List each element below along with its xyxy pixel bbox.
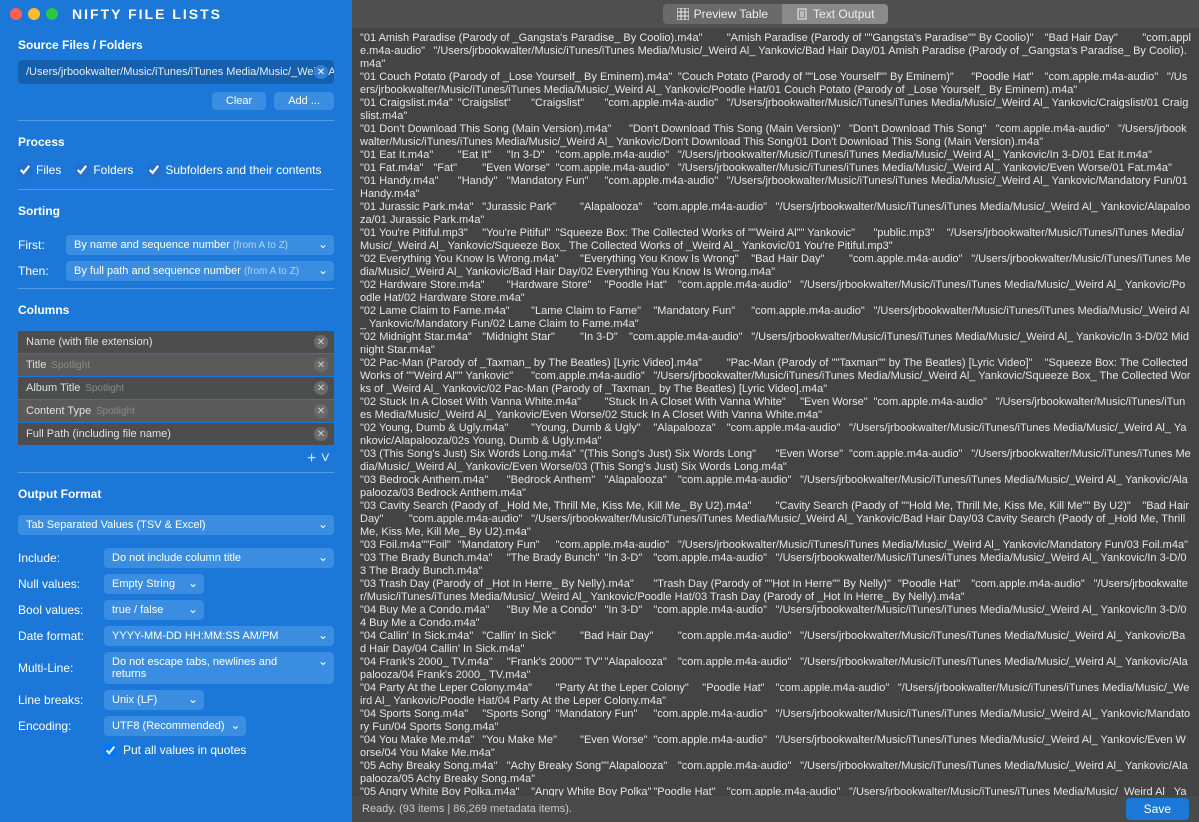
- then-label: Then:: [18, 264, 58, 278]
- remove-column-icon[interactable]: ✕: [314, 381, 328, 395]
- remove-column-icon[interactable]: ✕: [314, 404, 328, 418]
- process-heading: Process: [18, 135, 334, 149]
- multi-label: Multi-Line:: [18, 661, 96, 675]
- column-item[interactable]: Full Path (including file name) ✕: [18, 423, 334, 445]
- folders-check-input[interactable]: [75, 163, 89, 177]
- divider: [18, 189, 334, 190]
- format-select[interactable]: Tab Separated Values (TSV & Excel): [18, 515, 334, 535]
- null-label: Null values:: [18, 577, 96, 591]
- column-item[interactable]: Name (with file extension) ✕: [18, 331, 334, 353]
- spotlight-badge: Spotlight: [48, 360, 90, 371]
- source-section: Source Files / Folders /Users/jrbookwalt…: [0, 28, 352, 116]
- sorting-section: Sorting: [0, 194, 352, 232]
- encoding-select[interactable]: UTF8 (Recommended): [104, 716, 246, 736]
- include-label: Include:: [18, 551, 96, 565]
- subfolders-checkbox[interactable]: Subfolders and their contents: [147, 163, 321, 177]
- subfolders-check-input[interactable]: [147, 163, 161, 177]
- then-sort-select[interactable]: By full path and sequence number (from A…: [66, 261, 334, 281]
- column-label: Full Path (including file name): [26, 428, 171, 440]
- column-label: Album Title: [26, 382, 80, 394]
- column-label: Content Type: [26, 405, 91, 417]
- encoding-label: Encoding:: [18, 719, 96, 733]
- status-text: Ready. (93 items | 86,269 metadata items…: [362, 803, 572, 815]
- view-switcher: Preview Table Text Output: [352, 0, 1199, 28]
- tab-preview-table[interactable]: Preview Table: [663, 4, 782, 24]
- columns-list: Name (with file extension)✕Title Spotlig…: [0, 331, 352, 446]
- source-path-text: /Users/jrbookwalter/Music/iTunes/iTunes …: [26, 66, 334, 78]
- quotes-label: Put all values in quotes: [123, 743, 246, 757]
- text-output-area[interactable]: "01 Amish Paradise (Parody of _Gangsta's…: [352, 28, 1199, 796]
- spotlight-badge: Spotlight: [82, 383, 124, 394]
- bool-label: Bool values:: [18, 603, 96, 617]
- column-item[interactable]: Content Type Spotlight ✕: [18, 400, 334, 422]
- spotlight-badge: Spotlight: [93, 406, 135, 417]
- output-format-section: Output Format: [0, 477, 352, 515]
- output-format-heading: Output Format: [18, 487, 334, 501]
- files-check-input[interactable]: [18, 163, 32, 177]
- remove-column-icon[interactable]: ✕: [314, 358, 328, 372]
- bool-select[interactable]: true / false: [104, 600, 204, 620]
- date-select[interactable]: YYYY-MM-DD HH:MM:SS AM/PM: [104, 626, 334, 646]
- folders-checkbox[interactable]: Folders: [75, 163, 133, 177]
- columns-heading: Columns: [18, 303, 334, 317]
- main-panel: Preview Table Text Output "01 Amish Para…: [352, 0, 1199, 822]
- first-sort-select[interactable]: By name and sequence number (from A to Z…: [66, 235, 334, 255]
- status-bar: Ready. (93 items | 86,269 metadata items…: [352, 796, 1199, 822]
- divider: [18, 472, 334, 473]
- multi-select[interactable]: Do not escape tabs, newlines and returns: [104, 652, 334, 684]
- remove-path-icon[interactable]: ✕: [314, 65, 328, 79]
- tab-text-output[interactable]: Text Output: [782, 4, 888, 24]
- first-label: First:: [18, 238, 58, 252]
- files-checkbox[interactable]: Files: [18, 163, 61, 177]
- sorting-heading: Sorting: [18, 204, 334, 218]
- null-select[interactable]: Empty String: [104, 574, 204, 594]
- save-button[interactable]: Save: [1126, 798, 1189, 820]
- divider: [18, 288, 334, 289]
- close-icon[interactable]: [10, 8, 22, 20]
- linebreak-select[interactable]: Unix (LF): [104, 690, 204, 710]
- table-icon: [677, 8, 689, 20]
- column-label: Name (with file extension): [26, 336, 153, 348]
- maximize-icon[interactable]: [46, 8, 58, 20]
- column-item[interactable]: Album Title Spotlight ✕: [18, 377, 334, 399]
- source-heading: Source Files / Folders: [18, 38, 334, 52]
- remove-column-icon[interactable]: ✕: [314, 427, 328, 441]
- remove-column-icon[interactable]: ✕: [314, 335, 328, 349]
- columns-section: Columns: [0, 293, 352, 331]
- sidebar: NIFTY FILE LISTS Source Files / Folders …: [0, 0, 352, 822]
- clear-button[interactable]: Clear: [212, 92, 266, 110]
- date-label: Date format:: [18, 629, 96, 643]
- add-column-button[interactable]: + ˅: [18, 446, 334, 468]
- divider: [18, 120, 334, 121]
- titlebar: NIFTY FILE LISTS: [0, 0, 352, 28]
- app-title: NIFTY FILE LISTS: [72, 6, 222, 22]
- document-icon: [796, 8, 808, 20]
- source-path-item[interactable]: /Users/jrbookwalter/Music/iTunes/iTunes …: [18, 60, 334, 84]
- column-label: Title: [26, 359, 46, 371]
- column-item[interactable]: Title Spotlight ✕: [18, 354, 334, 376]
- minimize-icon[interactable]: [28, 8, 40, 20]
- quotes-checkbox[interactable]: [104, 744, 117, 757]
- process-section: Process: [0, 125, 352, 163]
- linebreak-label: Line breaks:: [18, 693, 96, 707]
- include-select[interactable]: Do not include column title: [104, 548, 334, 568]
- add-button[interactable]: Add ...: [274, 92, 334, 110]
